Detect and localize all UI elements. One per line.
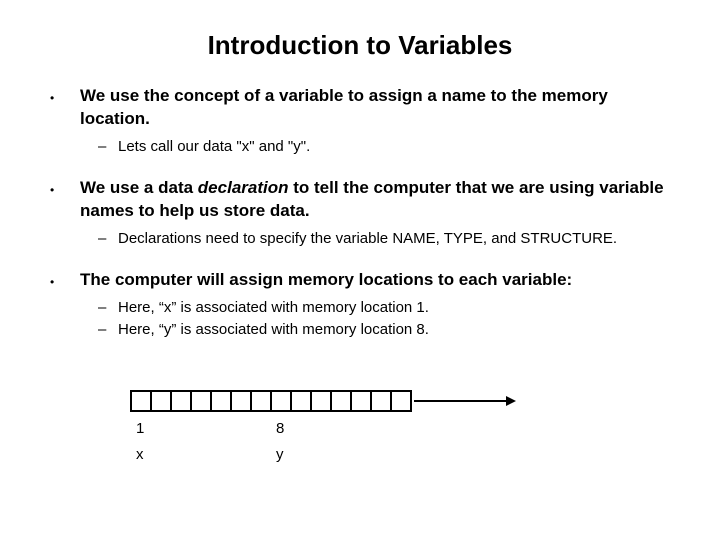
bullet-marker: •: [50, 85, 80, 171]
memory-cell: [370, 390, 392, 412]
slide: Introduction to Variables • We use the c…: [0, 0, 720, 540]
dash-marker: –: [98, 137, 118, 157]
bullet-list: • We use the concept of a variable to as…: [50, 85, 670, 355]
lead-text-pre: We use a data: [80, 178, 198, 197]
bullet-item: • The computer will assign memory locati…: [50, 269, 670, 354]
memory-cell: [150, 390, 172, 412]
bullet-body: We use a data declaration to tell the co…: [80, 177, 670, 263]
memory-cell: [290, 390, 312, 412]
memory-cell: [310, 390, 332, 412]
index-label: 1: [136, 420, 144, 437]
variable-label: x: [136, 446, 144, 463]
bullet-marker: •: [50, 177, 80, 263]
memory-cell: [170, 390, 192, 412]
sub-item: – Here, “y” is associated with memory lo…: [98, 320, 670, 340]
memory-cell: [270, 390, 292, 412]
bullet-lead: We use a data declaration to tell the co…: [80, 177, 670, 223]
memory-diagram: 1 8 x y: [130, 390, 560, 466]
sub-text: Declarations need to specify the variabl…: [118, 229, 617, 249]
memory-cell: [230, 390, 252, 412]
bullet-lead: The computer will assign memory location…: [80, 269, 670, 292]
bullet-marker: •: [50, 269, 80, 354]
variable-label: y: [276, 446, 284, 463]
memory-cell: [190, 390, 212, 412]
slide-title: Introduction to Variables: [50, 30, 670, 61]
bullet-item: • We use a data declaration to tell the …: [50, 177, 670, 263]
dash-marker: –: [98, 229, 118, 249]
lead-text: We use the concept of a variable to assi…: [80, 86, 608, 128]
lead-text: The computer will assign memory location…: [80, 270, 572, 289]
sub-text: Here, “y” is associated with memory loca…: [118, 320, 429, 340]
bullet-body: The computer will assign memory location…: [80, 269, 670, 354]
memory-cell: [390, 390, 412, 412]
bullet-body: We use the concept of a variable to assi…: [80, 85, 670, 171]
memory-cells: [130, 390, 560, 412]
index-label: 8: [276, 420, 284, 437]
sub-text: Lets call our data "x" and "y".: [118, 137, 310, 157]
memory-cell: [350, 390, 372, 412]
dash-marker: –: [98, 298, 118, 318]
sub-item: – Here, “x” is associated with memory lo…: [98, 298, 670, 318]
sub-item: – Declarations need to specify the varia…: [98, 229, 670, 249]
lead-text-em: declaration: [198, 178, 289, 197]
arrow-right-icon: [414, 400, 514, 402]
bullet-item: • We use the concept of a variable to as…: [50, 85, 670, 171]
bullet-lead: We use the concept of a variable to assi…: [80, 85, 670, 131]
sub-list: – Here, “x” is associated with memory lo…: [80, 298, 670, 341]
sub-list: – Lets call our data "x" and "y".: [80, 137, 670, 157]
variable-row: x y: [130, 446, 560, 466]
sub-list: – Declarations need to specify the varia…: [80, 229, 670, 249]
sub-text: Here, “x” is associated with memory loca…: [118, 298, 429, 318]
memory-cell: [130, 390, 152, 412]
dash-marker: –: [98, 320, 118, 340]
memory-cell: [330, 390, 352, 412]
sub-item: – Lets call our data "x" and "y".: [98, 137, 670, 157]
index-row: 1 8: [130, 420, 560, 440]
memory-cell: [210, 390, 232, 412]
memory-cell: [250, 390, 272, 412]
